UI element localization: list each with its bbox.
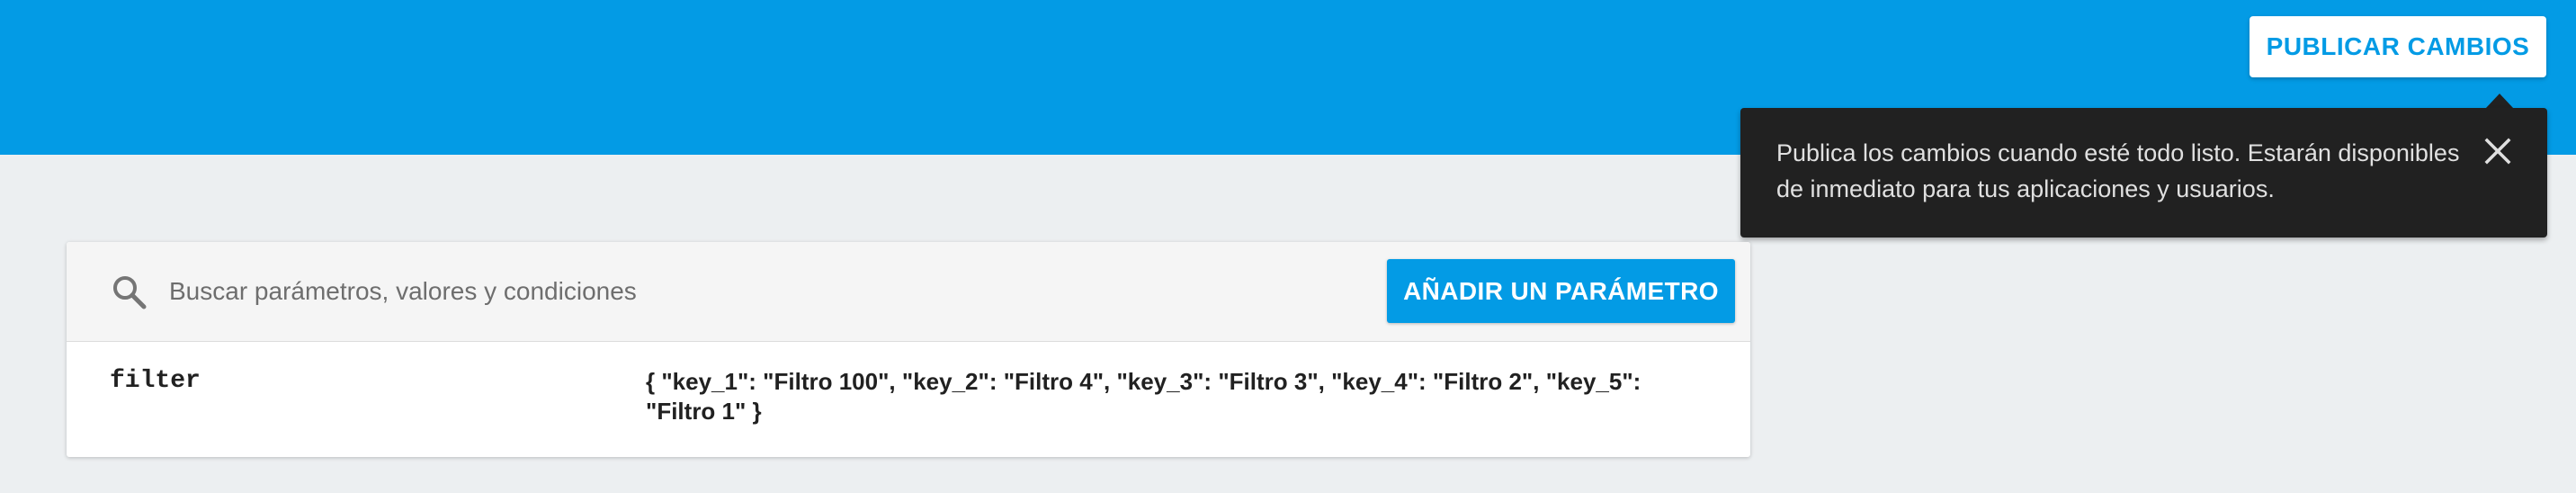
parameter-key: filter bbox=[110, 367, 201, 395]
search-icon bbox=[110, 273, 149, 312]
close-icon[interactable] bbox=[2482, 135, 2514, 167]
publish-tooltip: Publica los cambios cuando esté todo lis… bbox=[1740, 108, 2547, 238]
tooltip-message: Publica los cambios cuando esté todo lis… bbox=[1776, 139, 2460, 202]
add-parameter-button[interactable]: AÑADIR UN PARÁMETRO bbox=[1387, 259, 1735, 323]
search-input[interactable] bbox=[165, 269, 1338, 314]
parameters-card: AÑADIR UN PARÁMETRO filter { "key_1": "F… bbox=[67, 242, 1750, 457]
publish-changes-button[interactable]: PUBLICAR CAMBIOS bbox=[2250, 16, 2546, 77]
parameter-row[interactable]: filter { "key_1": "Filtro 100", "key_2":… bbox=[67, 342, 1750, 457]
card-toolbar: AÑADIR UN PARÁMETRO bbox=[67, 242, 1750, 342]
tooltip-arrow bbox=[2485, 94, 2514, 109]
parameter-value: { "key_1": "Filtro 100", "key_2": "Filtr… bbox=[646, 368, 1641, 425]
